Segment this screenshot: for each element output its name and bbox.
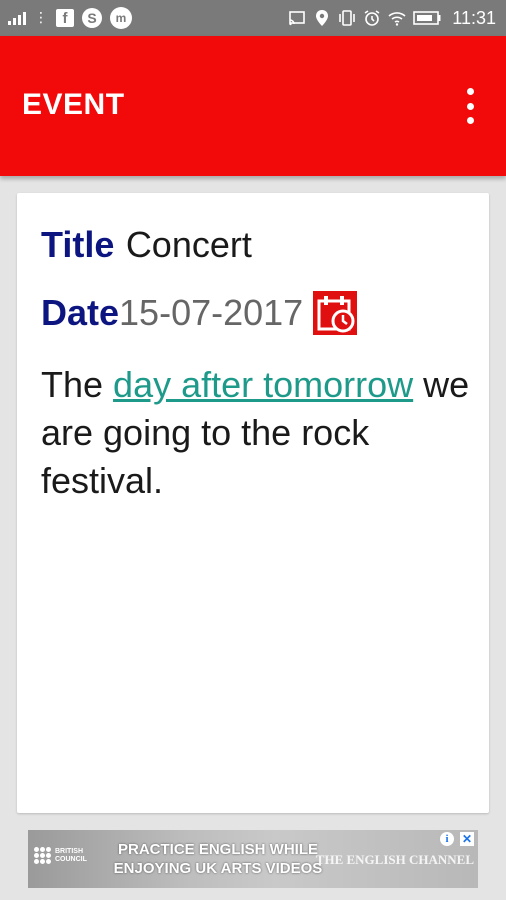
calendar-alarm-icon[interactable] bbox=[313, 291, 358, 335]
event-card: Title Concert Date 15-07-2017 The day aft… bbox=[17, 193, 489, 813]
skype-icon: S bbox=[82, 8, 102, 28]
clock-time: 11:31 bbox=[452, 7, 496, 28]
date-value: 15-07-2017 bbox=[119, 292, 304, 333]
ad-close-icon[interactable]: ✕ bbox=[460, 832, 474, 846]
ad-headline-line1: PRACTICE ENGLISH WHILE bbox=[117, 841, 318, 858]
app-bar: EVENT bbox=[0, 36, 506, 176]
ad-headline-line2: ENJOYING UK ARTS VIDEOS bbox=[113, 860, 323, 877]
title-row: Title Concert bbox=[41, 223, 252, 268]
ad-headline: PRACTICE ENGLISH WHILE ENJOYING UK ARTS … bbox=[98, 840, 338, 878]
ad-logo-line1: BRITISH bbox=[55, 847, 83, 855]
messenger-icon: m bbox=[110, 7, 132, 29]
title-label: Title bbox=[41, 224, 115, 265]
facebook-icon: f bbox=[56, 9, 74, 27]
battery-icon bbox=[413, 11, 441, 25]
wifi-icon bbox=[388, 12, 406, 26]
description-text-before: The bbox=[41, 364, 114, 405]
location-icon bbox=[316, 10, 329, 26]
title-value: Concert bbox=[125, 224, 252, 265]
ad-logo-line2: COUNCIL bbox=[55, 855, 87, 863]
event-description: The day after tomorrow we are going to t… bbox=[41, 361, 471, 505]
vibrate-icon bbox=[339, 10, 356, 26]
alarm-icon bbox=[364, 10, 380, 26]
status-bar: ⋮ f S m 11:31 bbox=[0, 0, 506, 36]
cast-icon bbox=[289, 11, 306, 26]
status-bar-left: ⋮ f S m bbox=[8, 0, 132, 36]
ad-banner[interactable]: BRITISH COUNCIL PRACTICE ENGLISH WHILE EN… bbox=[28, 830, 478, 888]
ad-info-icon[interactable]: i bbox=[440, 832, 454, 846]
date-label: Date bbox=[41, 292, 120, 333]
overflow-menu-icon[interactable] bbox=[460, 88, 480, 124]
status-bar-right: 11:31 bbox=[288, 0, 496, 36]
ad-channel-text: THE ENGLISH CHANNEL bbox=[315, 852, 474, 867]
signal-icon bbox=[8, 11, 26, 25]
date-row: Date 15-07-2017 bbox=[41, 291, 358, 335]
british-council-logo: BRITISH COUNCIL bbox=[34, 847, 87, 864]
page-title: EVENT bbox=[22, 88, 125, 121]
more-dots-icon: ⋮ bbox=[34, 10, 48, 26]
date-link[interactable]: day after tomorrow bbox=[113, 364, 413, 405]
